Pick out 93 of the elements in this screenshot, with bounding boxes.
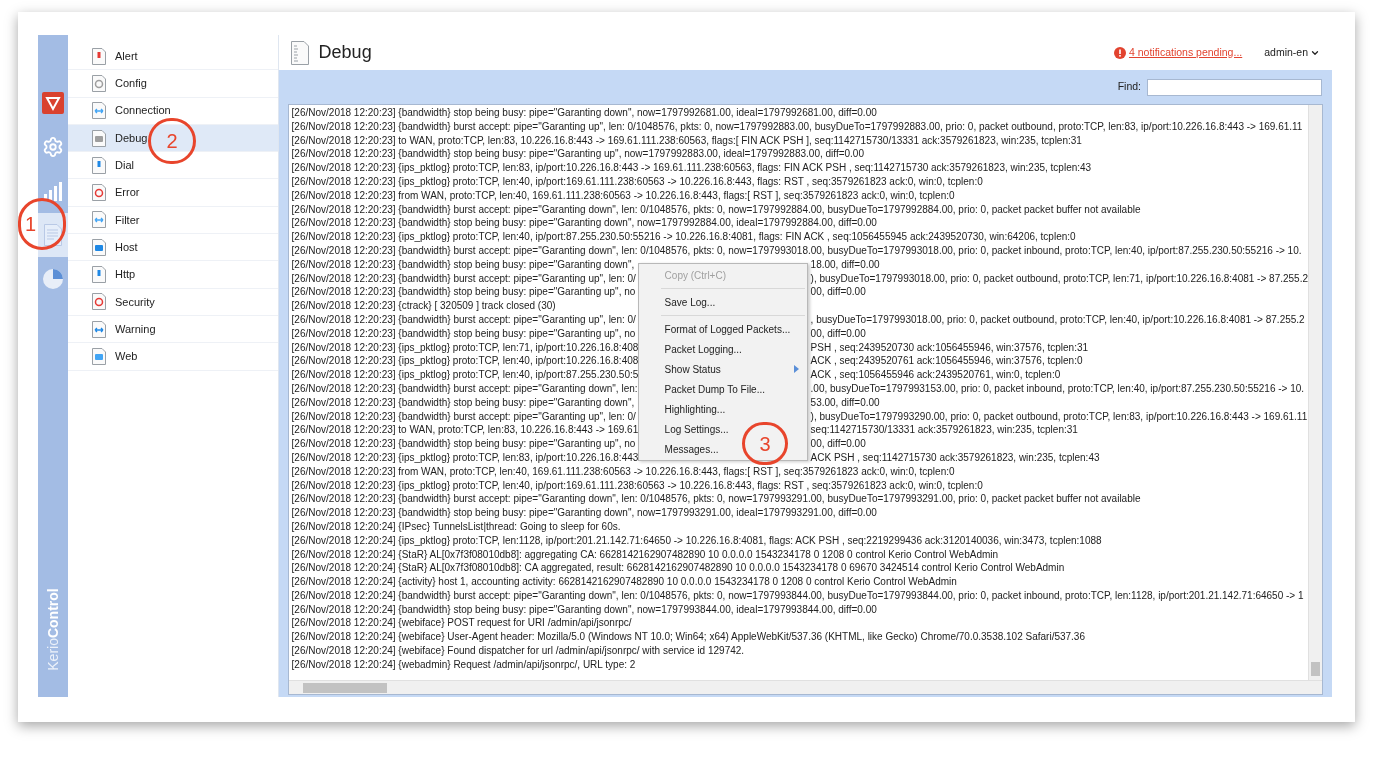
alert-icon — [1113, 46, 1126, 59]
menu-item[interactable]: Show Status — [638, 359, 807, 379]
menu-item[interactable]: Format of Logged Packets... — [638, 319, 799, 339]
shield-icon[interactable] — [42, 92, 64, 114]
scrollbar-thumb[interactable] — [302, 682, 387, 693]
document-icon[interactable] — [44, 224, 62, 246]
page-title: Debug — [318, 41, 372, 64]
document-icon — [92, 293, 106, 311]
log-line: [26/Nov/2018 12:20:23] {bandwidth} stop being busy: pipe="Garanting down", — [291, 257, 635, 272]
log-line: [26/Nov/2018 12:20:24] {webiface} POST request for URI /admin/api/jsonrpc/ — [291, 616, 632, 631]
log-line: [26/Nov/2018 12:20:23] {bandwidth} stop being busy: pipe="Garanting up", no — [291, 437, 636, 451]
log-line: [26/Nov/2018 12:20:24] {webadmin} Request /admin/api/jsonrpc/, URL type: 2 — [291, 657, 636, 672]
log-line: [26/Nov/2018 12:20:23] {bandwidth} burst accept: pipe="Garanting up", len: 0/ — [291, 409, 636, 424]
log-line: [26/Nov/2018 12:20:23] {bandwidth} stop being busy: pipe="Garanting down", now=1797992681.00, ideal=1797992681.00, diff=0.00 — [291, 106, 877, 120]
log-line: [26/Nov/2018 12:20:23] {bandwidth} stop being busy: pipe="Garanting up", now=1797992883.00, ideal=1797992883.00, diff=0.00 — [291, 147, 864, 162]
log-line: [26/Nov/2018 12:20:23] from WAN, proto:TCP, len:40, 169.61.111.238:60563 -> 10.226.16.8:443, flags:[ RST ], seq:3579261823 ack:0, win:0, tcplen:0 — [291, 464, 955, 479]
document-icon — [92, 102, 106, 120]
log-line: [26/Nov/2018 12:20:24] {ips_pktlog} proto:TCP, len:1128, ip/port:201.21.142.71:64650 -> 10.226.16.8:4081, flags: ACK PSH , seq:2219299436 ack:3120140036, win:3473, tcplen:1088 — [291, 533, 1102, 548]
log-line: ACK PSH , seq:1142715730 ack:3579261823, win:235, tcplen:43 — [810, 450, 1100, 465]
log-line: ), busyDueTo=1797993290.00, prio: 0, packet outbound, proto:TCP, len:83, ip/port:10.226.16.8:443 -> 169.61.11 — [810, 409, 1308, 424]
log-line: [26/Nov/2018 12:20:24] {activity} host 1, accounting activity: 6628142162907482890 10 0.0.0.0 1543234178 0 1208 0 control Kerio Control WebAdmin — [291, 575, 957, 589]
log-line: [26/Nov/2018 12:20:23] {bandwidth} burst accept: pipe="Garanting down", len: 0/1048576, pkts: 0, now=1797993291.00, busyDueTo=1797993291.00, prio: 0, packet packet buffer not available — [291, 492, 1141, 507]
menu-item[interactable]: Packet Logging... — [638, 339, 750, 359]
document-icon — [92, 47, 106, 65]
menu-item[interactable]: Log Settings... — [638, 419, 737, 439]
document-icon — [92, 347, 106, 365]
document-icon — [92, 266, 106, 283]
document-icon — [92, 211, 106, 229]
log-line: [26/Nov/2018 12:20:23] {bandwidth} stop being busy: pipe="Garanting up", no — [291, 285, 636, 300]
brand-logo: KerioControl — [43, 587, 62, 671]
log-line: [26/Nov/2018 12:20:24] {webiface} User-Agent header: Mozilla/5.0 (Windows NT 10.0; Win64; x64) AppleWebKit/537.36 (KHTML, like Gecko) Chrome/70.0.3538.102 Safari/537.36 — [291, 630, 1085, 645]
log-line: [26/Nov/2018 12:20:23] {ips_pktlog} proto:TCP, len:40, ip/port:87.255.230.50:5 — [291, 368, 639, 382]
log-line: ACK , seq:1056455946 ack:2439520761, win:0, tcplen:0 — [810, 368, 1061, 382]
log-line: [26/Nov/2018 12:20:24] {IPsec} TunnelsList|thread: Going to sleep for 60s. — [291, 519, 621, 534]
find-label: Find: — [1117, 79, 1141, 95]
notifications-link[interactable]: 4 notifications pending... — [1128, 44, 1243, 61]
document-icon — [290, 40, 309, 65]
document-icon — [92, 320, 106, 338]
submenu-arrow-icon — [793, 365, 799, 373]
log-line: .00, busyDueTo=1797993153.00, prio: 0, packet inbound, proto:TCP, len:40, ip/port:87.255.230.50:55216 -> 10. — [810, 381, 1305, 396]
user-menu[interactable]: admin-en — [1264, 44, 1320, 61]
menu-item[interactable]: Highlighting... — [638, 399, 734, 419]
log-line: [26/Nov/2018 12:20:23] {ips_pktlog} proto:TCP, len:83, ip/port:10.226.16.8:443 -> 169.61.111.238:60563, flags: FIN ACK PSH , seq:1142715730 ack:3579261823, win:235, tcplen:43 — [291, 161, 1092, 175]
log-line: [26/Nov/2018 12:20:23] {bandwidth} burst accept: pipe="Garanting up", len: 0/ — [291, 312, 636, 327]
log-line: [26/Nov/2018 12:20:23] {ips_pktlog} proto:TCP, len:40, ip/port:169.61.111.238:60563 -> 10.226.16.8:443, flags: RST , seq:3579261823 ack:0, win:0, tcplen:0 — [291, 175, 983, 189]
log-line: [26/Nov/2018 12:20:24] {bandwidth} burst accept: pipe="Garanting down", len: 0/1048576, pkts: 0, now=1797993844.00, busyDueTo=1797993844.00, prio: 0, packet inbound, proto:TCP, len:1128, ip/port:201.21.142.71:64650 -> 1 — [291, 588, 1304, 603]
log-line: [26/Nov/2018 12:20:23] {ips_pktlog} proto:TCP, len:83, ip/port:10.226.16.8:443 — [291, 450, 639, 465]
log-line: [26/Nov/2018 12:20:23] {bandwidth} burst accept: pipe="Garanting up", len: 0/1048576, pkts: 0, now=1797992883.00, busyDueTo=1797992883.00, prio: 0, packet outbound, proto:TCP, len:83, ip/port:10.226.16.8:443 -> 169.61.11 — [291, 119, 1303, 134]
log-line: [26/Nov/2018 12:20:23] {ips_pktlog} proto:TCP, len:40, ip/port:169.61.111.238:60563 -> 10.226.16.8:443, flags: RST , seq:3579261823 ack:0, win:0, tcplen:0 — [291, 478, 983, 493]
log-line: [26/Nov/2018 12:20:23] {bandwidth} burst accept: pipe="Garanting up", len: 0/ — [291, 271, 636, 286]
log-line: [26/Nov/2018 12:20:24] {webiface} Found dispatcher for url /admin/api/jsonrpc/ with service id 129742. — [291, 644, 745, 658]
log-line: [26/Nov/2018 12:20:24] {StaR} AL[0x7f3f08010db8]: CA aggregated, result: 6628142162907482890 10 0.0.0.0 1543234178 0 69670 3424514 control Kerio Control WebAdmin — [291, 561, 1065, 576]
horizontal-scrollbar[interactable] — [288, 680, 1322, 694]
vertical-scrollbar[interactable] — [1308, 105, 1322, 680]
log-line: [26/Nov/2018 12:20:23] {ips_pktlog} proto:TCP, len:40, ip/port:10.226.16.8:408 — [291, 354, 639, 369]
pie-chart-icon[interactable] — [42, 268, 64, 290]
log-line: [26/Nov/2018 12:20:23] to WAN, proto:TCP, len:83, 10.226.16.8:443 -> 169.61.111.238:60563, flags:[ FIN ACK PSH ], seq:1142715730/13331 ack:3579261823, win:235, tcplen:31 — [291, 133, 1082, 148]
menu-item[interactable]: Save Log... — [638, 292, 724, 312]
document-icon — [92, 184, 106, 202]
gear-icon[interactable] — [42, 136, 64, 158]
log-line: 00, diff=0.00 — [810, 285, 866, 300]
log-line: [26/Nov/2018 12:20:23] {ips_pktlog} proto:TCP, len:71, ip/port:10.226.16.8:408 — [291, 340, 639, 355]
document-icon — [92, 129, 106, 147]
log-line: , busyDueTo=1797993018.00, prio: 0, packet outbound, proto:TCP, len:40, ip/port:10.226.16.8:4081 -> 87.255.2 — [810, 312, 1305, 327]
log-line: 18.00, diff=0.00 — [810, 257, 880, 272]
find-field[interactable] — [1147, 78, 1322, 96]
log-line: [26/Nov/2018 12:20:24] {bandwidth} stop being busy: pipe="Garanting down", now=1797993844.00, ideal=1797993844.00, diff=0.00 — [291, 602, 877, 617]
log-line: [26/Nov/2018 12:20:23] {bandwidth} burst accept: pipe="Garanting down", len: 0/1048576, pkts: 0, now=1797992884.00, busyDueTo=1797992884.00, prio: 0, packet packet buffer not available — [291, 202, 1141, 217]
document-icon — [92, 238, 106, 256]
log-line: [26/Nov/2018 12:20:23] to WAN, proto:TCP, len:83, 10.226.16.8:443 -> 169.61 — [291, 423, 639, 438]
document-icon — [92, 156, 106, 174]
log-line: PSH , seq:2439520730 ack:1056455946, win:37576, tcplen:31 — [810, 340, 1089, 355]
log-line: [26/Nov/2018 12:20:24] {StaR} AL[0x7f3f08010db8]: aggregating CA: 6628142162907482890 10 0.0.0.0 1543234178 0 1208 0 control Kerio Control WebAdmin — [291, 547, 999, 562]
log-line: [26/Nov/2018 12:20:23] {bandwidth} stop being busy: pipe="Garanting down", — [291, 395, 635, 410]
document-icon — [92, 74, 106, 92]
log-line: ACK , seq:2439520761 ack:1056455946, win:37576, tcplen:0 — [810, 354, 1083, 369]
log-line: 00, diff=0.00 — [810, 437, 866, 451]
log-line: [26/Nov/2018 12:20:23] from WAN, proto:TCP, len:40, 169.61.111.238:60563 -> 10.226.16.8:443, flags:[ RST ], seq:3579261823 ack:0, win:0, tcplen:0 — [291, 188, 955, 203]
log-line: [26/Nov/2018 12:20:23] {bandwidth} stop being busy: pipe="Garanting down", now=1797993291.00, ideal=1797993291.00, diff=0.00 — [291, 506, 877, 520]
menu-item[interactable]: Messages... — [638, 439, 727, 459]
log-line: [26/Nov/2018 12:20:23] {ips_pktlog} proto:TCP, len:40, ip/port:87.255.230.50:55216 -> 10.226.16.8:4081, flags: FIN ACK , seq:1056455945 ack:2439520730, win:64206, tcplen:0 — [291, 230, 1076, 244]
bar-chart-icon[interactable] — [43, 181, 63, 201]
log-line: [26/Nov/2018 12:20:23] {bandwidth} stop being busy: pipe="Garanting down", now=1797992884.00, ideal=1797992884.00, diff=0.00 — [291, 216, 877, 231]
log-line: seq:1142715730/13331 ack:3579261823, win:235, tcplen:31 — [810, 423, 1078, 438]
log-line: 53.00, diff=0.00 — [810, 395, 880, 410]
log-line: 00, diff=0.00 — [810, 326, 866, 341]
log-line: ), busyDueTo=1797993018.00, prio: 0, packet outbound, proto:TCP, len:71, ip/port:10.226.16.8:4081 -> 87.255.2 — [810, 271, 1308, 286]
menu-item[interactable]: Packet Dump To File... — [638, 379, 773, 399]
log-line: [26/Nov/2018 12:20:23] {bandwidth} stop being busy: pipe="Garanting up", no — [291, 326, 636, 341]
scrollbar-thumb[interactable] — [1311, 662, 1320, 676]
log-line: [26/Nov/2018 12:20:23] {ctrack} [ 320509 ] track closed (30) — [291, 299, 556, 313]
log-line: [26/Nov/2018 12:20:23] {bandwidth} burst accept: pipe="Garanting down", len: — [291, 381, 638, 396]
log-line: [26/Nov/2018 12:20:23] {bandwidth} burst accept: pipe="Garanting down", len: 0/1048576, pkts: 0, now=1797993018.00, busyDueTo=1797993018.00, prio: 0, packet inbound, proto:TCP, len:40, ip/port:87.255.230.50:55216 -> 10. — [291, 243, 1302, 258]
